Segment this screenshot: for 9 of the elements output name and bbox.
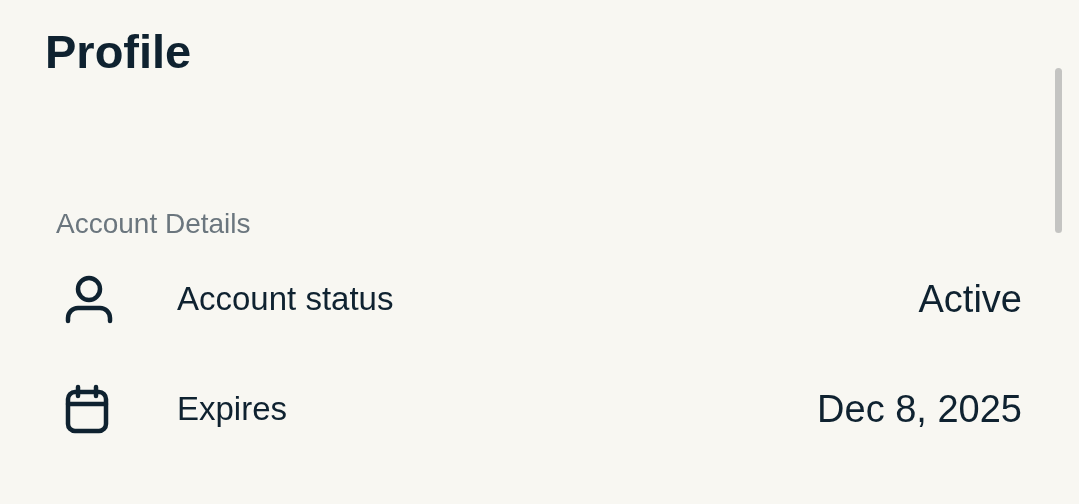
row-label: Expires (177, 390, 288, 428)
row-value: Active (918, 277, 1022, 321)
person-icon (65, 274, 113, 324)
scrollbar[interactable] (1055, 68, 1062, 233)
section-heading: Account Details (56, 207, 252, 241)
row-value: Dec 8, 2025 (817, 387, 1022, 431)
calendar-icon (65, 384, 109, 434)
page-title: Profile (45, 24, 193, 80)
row-label: Account status (177, 280, 394, 318)
